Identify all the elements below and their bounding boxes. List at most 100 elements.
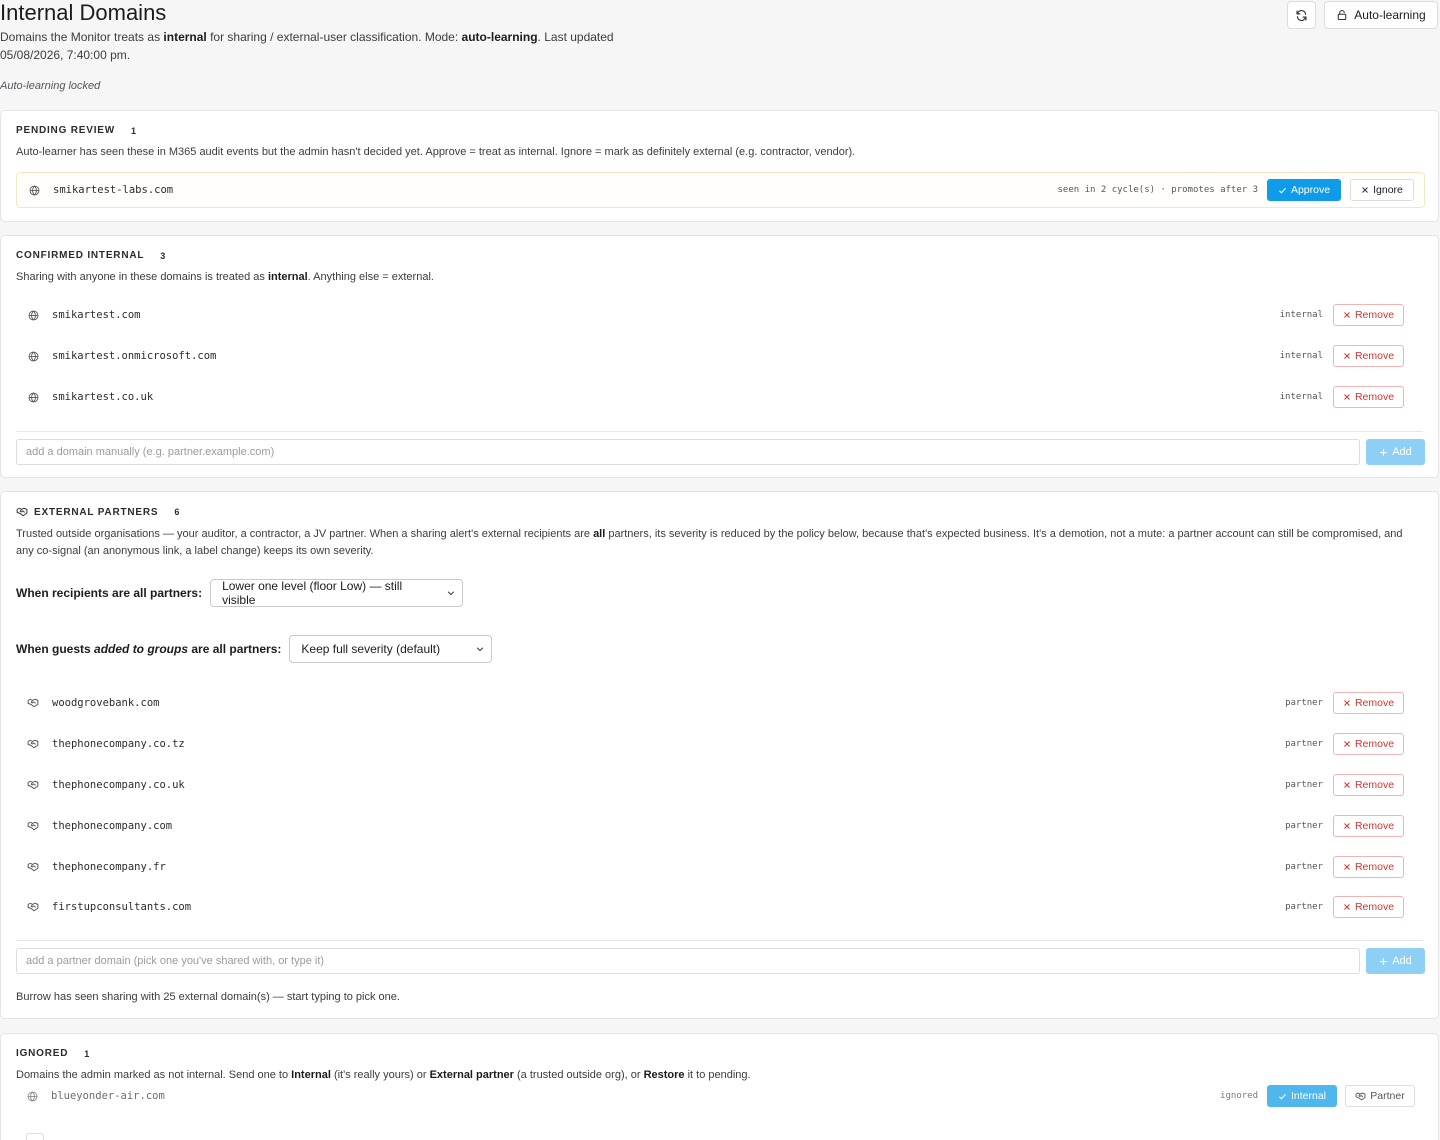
- add-domain-button[interactable]: Add: [1366, 439, 1425, 465]
- domain-row: smikartest.com internal Remove: [16, 298, 1423, 332]
- external-partners-card: EXTERNAL PARTNERS 6 Trusted outside orga…: [0, 491, 1439, 1019]
- recipients-policy-value: Lower one level (floor Low) — still visi…: [222, 579, 403, 607]
- subtitle-text-1: Domains the Monitor treats as: [0, 30, 164, 44]
- external-partners-header: EXTERNAL PARTNERS 6: [16, 506, 179, 518]
- remove-button[interactable]: Remove: [1333, 856, 1404, 878]
- ignore-label: Ignore: [1373, 184, 1403, 196]
- x-icon: [1344, 904, 1350, 910]
- remove-button[interactable]: Remove: [1333, 774, 1404, 796]
- subtitle-bold-internal: internal: [163, 30, 207, 44]
- locked-note: Auto-learning locked: [0, 80, 101, 92]
- check-icon: [1278, 1093, 1286, 1100]
- section-title: CONFIRMED INTERNAL: [16, 250, 145, 261]
- plus-icon: [1380, 957, 1388, 965]
- x-icon: [1344, 353, 1350, 359]
- x-icon: [1344, 741, 1350, 747]
- domain-tag: internal: [1279, 392, 1323, 402]
- domain-tag: partner: [1285, 862, 1323, 872]
- groups-policy-select[interactable]: Keep full severity (default): [289, 635, 493, 663]
- remove-button[interactable]: Remove: [1333, 386, 1404, 408]
- remove-button[interactable]: Remove: [1333, 815, 1404, 837]
- seen-count: seen in 2 cycle(s) · promotes after 3: [1057, 185, 1258, 195]
- x-icon: [1344, 700, 1350, 706]
- handshake-icon: [26, 696, 40, 710]
- recipients-policy: When recipients are all partners: Lower …: [16, 579, 464, 607]
- remove-button[interactable]: Remove: [1333, 733, 1404, 755]
- domain-row: smikartest.onmicrosoft.com internal Remo…: [16, 339, 1423, 373]
- subtitle-bold-mode: auto-learning: [461, 30, 538, 44]
- approve-button[interactable]: Approve: [1267, 179, 1341, 201]
- groups-policy-label: When guests added to groups are all part…: [16, 642, 281, 656]
- partner-row: thephonecompany.co.tz partner Remove: [16, 727, 1423, 761]
- domain-name: firstupconsultants.com: [52, 901, 192, 913]
- pending-review-card: PENDING REVIEW 1 Auto-learner has seen t…: [0, 110, 1439, 222]
- partner-row: thephonecompany.fr partner Remove: [16, 850, 1423, 884]
- domain-name: blueyonder-air.com: [51, 1090, 165, 1102]
- check-icon: [1278, 187, 1286, 194]
- refresh-button[interactable]: [1287, 1, 1316, 29]
- remove-label: Remove: [1354, 697, 1395, 709]
- domain-tag: partner: [1285, 821, 1323, 831]
- remove-label: Remove: [1354, 391, 1395, 403]
- move-to-internal-button[interactable]: Internal: [1267, 1085, 1337, 1107]
- add-partner-input[interactable]: add a partner domain (pick one you've sh…: [16, 948, 1360, 974]
- page-subtitle: Domains the Monitor treats as internal f…: [0, 28, 640, 64]
- section-count: 6: [174, 507, 180, 517]
- groups-policy: When guests added to groups are all part…: [16, 635, 493, 663]
- ignored-row: blueyonder-air.com ignored Internal Part…: [15, 1079, 1425, 1113]
- confirmed-internal-card: CONFIRMED INTERNAL 3 Sharing with anyone…: [0, 235, 1439, 478]
- restore-button[interactable]: [26, 1133, 44, 1140]
- remove-label: Remove: [1354, 309, 1395, 321]
- section-description: Auto-learner has seen these in M365 audi…: [16, 146, 856, 158]
- domain-name: thephonecompany.fr: [52, 861, 166, 873]
- move-to-partner-button[interactable]: Partner: [1345, 1085, 1415, 1107]
- section-title: EXTERNAL PARTNERS: [34, 506, 159, 518]
- handshake-icon: [26, 778, 40, 792]
- handshake-icon: [26, 860, 40, 874]
- domain-tag: partner: [1285, 902, 1323, 912]
- handshake-icon: [26, 900, 40, 914]
- domain-tag: internal: [1279, 351, 1323, 361]
- globe-icon: [26, 390, 40, 404]
- handshake-icon: [26, 819, 40, 833]
- section-description: Sharing with anyone in these domains is …: [16, 269, 434, 286]
- partner-row: firstupconsultants.com partner Remove: [16, 890, 1423, 924]
- section-title: PENDING REVIEW: [16, 125, 115, 136]
- x-icon: [1344, 864, 1350, 870]
- x-icon: [1362, 187, 1368, 193]
- remove-button[interactable]: Remove: [1333, 345, 1404, 367]
- globe-icon: [25, 1089, 39, 1103]
- approve-label: Approve: [1290, 184, 1331, 196]
- domain-name: smikartest-labs.com: [53, 184, 174, 196]
- add-domain-input[interactable]: add a domain manually (e.g. partner.exam…: [16, 439, 1360, 465]
- domain-tag: partner: [1285, 780, 1323, 790]
- add-label: Add: [1392, 955, 1412, 967]
- recipients-policy-label: When recipients are all partners:: [16, 586, 203, 600]
- remove-button[interactable]: Remove: [1333, 304, 1404, 326]
- domain-name: smikartest.co.uk: [52, 391, 154, 403]
- divider: [16, 431, 1423, 432]
- ignore-button[interactable]: Ignore: [1350, 179, 1414, 201]
- partner-label: Partner: [1370, 1090, 1405, 1102]
- domain-tag: internal: [1279, 310, 1323, 320]
- confirmed-internal-header: CONFIRMED INTERNAL 3: [16, 250, 165, 261]
- remove-label: Remove: [1354, 779, 1395, 791]
- desc-bold: all: [593, 528, 606, 540]
- divider: [16, 940, 1423, 941]
- remove-button[interactable]: Remove: [1333, 692, 1404, 714]
- partner-row: thephonecompany.com partner Remove: [16, 809, 1423, 843]
- subtitle-text-2: for sharing / external-user classificati…: [206, 30, 462, 44]
- domain-name: thephonecompany.co.uk: [52, 779, 185, 791]
- add-partner-button[interactable]: Add: [1366, 948, 1425, 974]
- auto-learning-button[interactable]: Auto-learning: [1324, 1, 1438, 29]
- section-count: 1: [84, 1048, 90, 1059]
- remove-button[interactable]: Remove: [1333, 896, 1404, 918]
- domain-name: thephonecompany.co.tz: [52, 738, 185, 750]
- pending-review-header: PENDING REVIEW 1: [16, 125, 136, 136]
- plus-icon: [1380, 448, 1388, 456]
- handshake-icon: [26, 737, 40, 751]
- recipients-policy-select[interactable]: Lower one level (floor Low) — still visi…: [210, 579, 464, 607]
- domain-name: thephonecompany.com: [52, 820, 173, 832]
- groups-policy-label-em: added to groups: [94, 642, 189, 656]
- remove-label: Remove: [1354, 738, 1395, 750]
